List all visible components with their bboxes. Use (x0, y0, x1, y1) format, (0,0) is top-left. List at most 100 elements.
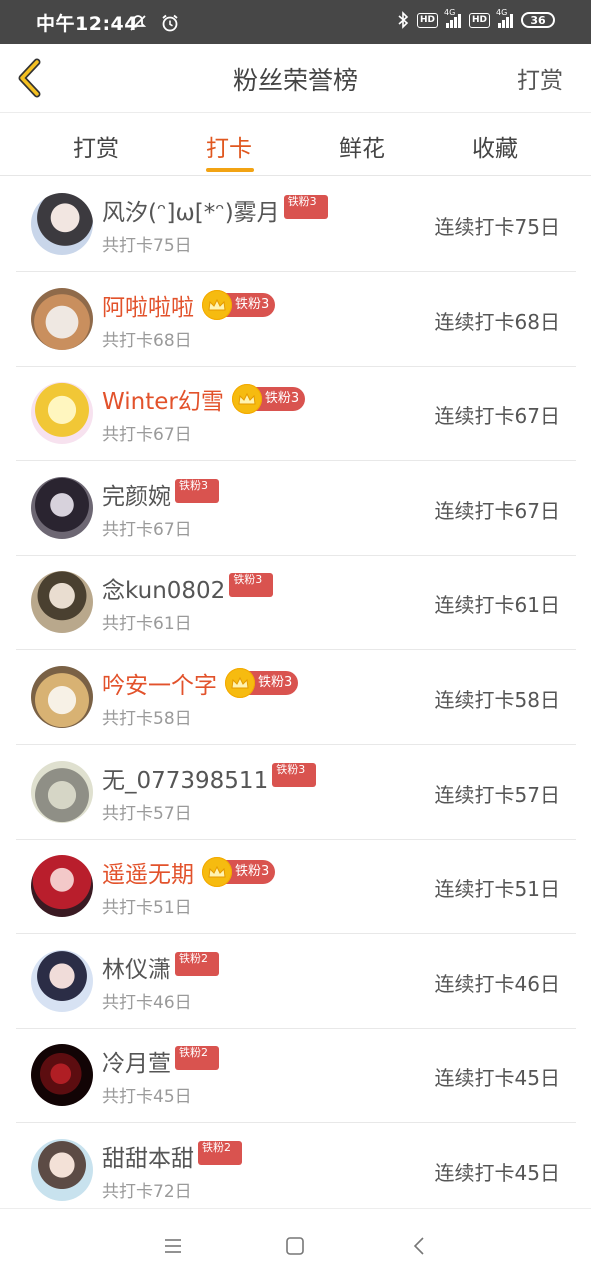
tab-favorites[interactable]: 收藏 (455, 129, 535, 163)
total-checkins: 共打卡75日 (102, 236, 192, 256)
username-line: 念kun0802 铁粉3 (102, 571, 274, 605)
username-line: 遥遥无期 铁粉3 (102, 855, 276, 889)
alarm-icon (162, 14, 178, 32)
page-title: 粉丝荣誉榜 (232, 66, 358, 95)
tab-flowers[interactable]: 鲜花 (322, 129, 402, 163)
username-line: Winter幻雪 铁粉3 (102, 382, 306, 416)
total-checkins: 共打卡51日 (102, 898, 192, 919)
list-item[interactable]: 完颜婉 铁粉3 共打卡67日 连续打卡67日 (16, 461, 576, 556)
avatar[interactable] (31, 855, 93, 918)
hd-icon-2: HD (468, 12, 490, 28)
username-line: 甜甜本甜 铁粉2 (102, 1139, 242, 1173)
back-nav-button[interactable] (406, 1233, 432, 1259)
battery-icon: 36 (521, 12, 555, 28)
checkin-streak: 连续打卡58日 (434, 688, 560, 712)
avatar[interactable] (31, 476, 93, 539)
fan-level-badge: 铁粉3 (175, 478, 219, 503)
avatar[interactable] (31, 1139, 93, 1201)
checkin-streak: 连续打卡46日 (434, 971, 560, 996)
list-item[interactable]: 遥遥无期 铁粉3 共打卡51日 连续打卡51日 (16, 839, 576, 935)
list-item[interactable]: 无_077398511 铁粉3 共打卡57日 连续打卡57日 (16, 745, 576, 840)
username[interactable]: 林仪潇 (102, 950, 171, 984)
fan-level-badge: 铁粉2 (175, 951, 219, 976)
username[interactable]: 阿啦啦啦 (102, 288, 194, 322)
checkin-streak: 连续打卡45日 (434, 1066, 560, 1091)
username[interactable]: 无_077398511 (102, 761, 268, 795)
username[interactable]: 吟安一个字 (102, 666, 217, 700)
list-item[interactable]: 冷月萱 铁粉2 共打卡45日 连续打卡45日 (16, 1028, 576, 1124)
fan-level-badge: 铁粉3 (231, 383, 306, 415)
reward-button[interactable]: 打赏 (517, 61, 563, 95)
total-checkins: 共打卡72日 (102, 1182, 192, 1202)
fan-level-badge: 铁粉3 (202, 289, 276, 321)
hd-icon: HD (416, 12, 438, 28)
username[interactable]: 冷月萱 (102, 1044, 171, 1078)
checkin-streak: 连续打卡68日 (434, 309, 560, 334)
fan-level-badge: 铁粉2 (175, 1046, 219, 1071)
fan-level-badge: 铁粉3 (229, 573, 274, 598)
list-item[interactable]: 念kun0802 铁粉3 共打卡61日 连续打卡61日 (16, 555, 576, 651)
tab-bar: 打赏 打卡 鲜花 收藏 (0, 113, 591, 176)
username[interactable]: 风汐(ᵔ]ω[*ᵔ)雾月 (102, 193, 280, 227)
checkin-streak: 连续打卡67日 (434, 498, 560, 523)
username-line: 完颜婉 铁粉3 (102, 477, 219, 511)
total-checkins: 共打卡67日 (102, 425, 192, 446)
username-line: 阿啦啦啦 铁粉3 (102, 288, 276, 322)
status-right-icons: HD 4G HD 4G 36 (397, 8, 555, 29)
username-line: 风汐(ᵔ]ω[*ᵔ)雾月 铁粉3 (102, 193, 328, 227)
fan-level-badge: 铁粉2 (198, 1141, 242, 1165)
total-checkins: 共打卡61日 (102, 614, 192, 635)
list-item[interactable]: 阿啦啦啦 铁粉3 共打卡68日 连续打卡68日 (16, 272, 576, 367)
menu-button[interactable] (160, 1233, 186, 1259)
chevron-left-icon (18, 58, 41, 98)
back-button[interactable] (8, 56, 52, 100)
username[interactable]: 念kun0802 (102, 571, 225, 605)
total-checkins: 共打卡58日 (102, 709, 192, 729)
fan-level-badge: 铁粉3 (283, 195, 328, 219)
fan-level-badge: 铁粉3 (225, 667, 299, 699)
home-button[interactable] (282, 1233, 308, 1259)
checkin-streak: 连续打卡57日 (434, 782, 560, 807)
avatar[interactable] (31, 287, 93, 350)
username[interactable]: Winter幻雪 (102, 382, 224, 416)
avatar[interactable] (31, 571, 93, 634)
avatar[interactable] (31, 666, 93, 728)
fan-level-badge: 铁粉3 (202, 856, 276, 888)
avatar[interactable] (31, 760, 93, 823)
status-left-icons (128, 13, 180, 33)
avatar[interactable] (31, 382, 93, 445)
checkin-streak: 连续打卡45日 (434, 1161, 560, 1185)
app-header: 粉丝荣誉榜 打赏 (0, 44, 591, 113)
tab-checkin[interactable]: 打卡 (189, 129, 269, 163)
active-tab-indicator (206, 168, 254, 172)
status-time: 中午12:44 (36, 13, 138, 35)
avatar[interactable] (31, 193, 93, 255)
network-type-2: 4G (496, 8, 508, 17)
list-item[interactable]: 风汐(ᵔ]ω[*ᵔ)雾月 铁粉3 共打卡75日 连续打卡75日 (16, 177, 576, 272)
username[interactable]: 遥遥无期 (102, 855, 194, 889)
fan-level-badge: 铁粉3 (272, 762, 317, 787)
list-item[interactable]: 甜甜本甜 铁粉2 共打卡72日 连续打卡45日 (16, 1123, 576, 1218)
username-line: 吟安一个字 铁粉3 (102, 666, 299, 700)
checkin-streak: 连续打卡75日 (434, 215, 560, 239)
username-line: 林仪潇 铁粉2 (102, 950, 219, 984)
list-item[interactable]: 林仪潇 铁粉2 共打卡46日 连续打卡46日 (16, 934, 576, 1029)
signal-icon-2: 4G (496, 8, 513, 28)
total-checkins: 共打卡68日 (102, 330, 192, 351)
home-square-icon (286, 1237, 304, 1255)
avatar[interactable] (31, 1044, 93, 1107)
checkin-streak: 连续打卡67日 (434, 404, 560, 429)
checkin-streak: 连续打卡61日 (434, 593, 560, 618)
username[interactable]: 甜甜本甜 (102, 1139, 194, 1173)
username[interactable]: 完颜婉 (102, 477, 171, 511)
mute-icon (129, 15, 147, 31)
crown-icon (225, 668, 255, 698)
total-checkins: 共打卡45日 (102, 1087, 192, 1108)
back-triangle-icon (413, 1237, 424, 1255)
avatar[interactable] (31, 949, 93, 1012)
tab-reward[interactable]: 打赏 (56, 129, 136, 163)
list-item[interactable]: 吟安一个字 铁粉3 共打卡58日 连续打卡58日 (16, 650, 576, 745)
checkin-streak: 连续打卡51日 (434, 877, 560, 902)
list-item[interactable]: Winter幻雪 铁粉3 共打卡67日 连续打卡67日 (16, 366, 576, 462)
system-nav-bar (0, 1208, 591, 1281)
